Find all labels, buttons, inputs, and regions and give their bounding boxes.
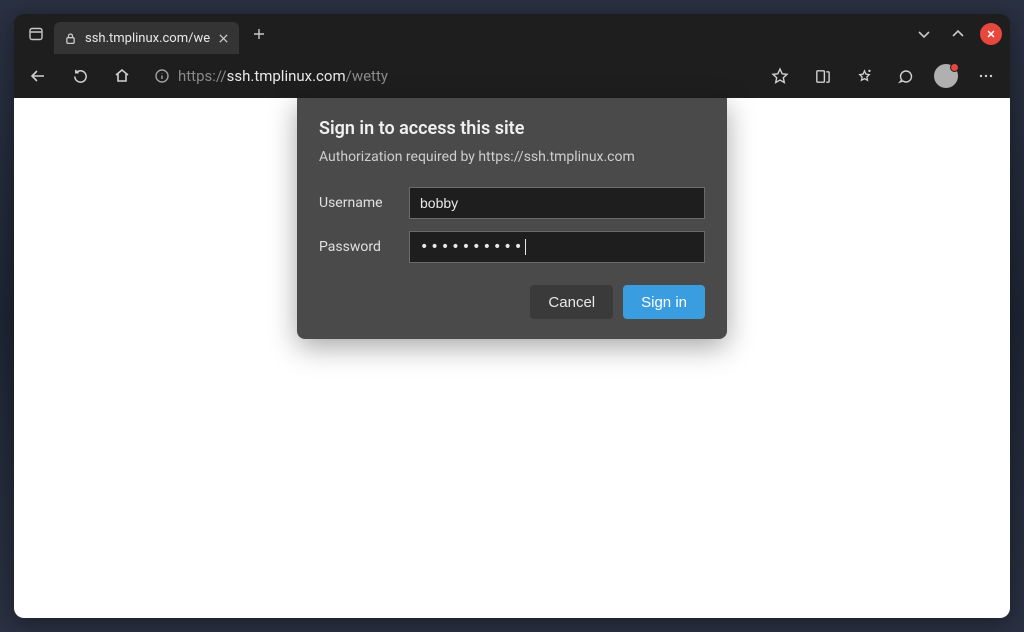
page-content: Sign in to access this site Authorizatio…: [14, 98, 1010, 618]
address-bar[interactable]: https://ssh.tmplinux.com/wetty: [150, 60, 752, 92]
minimize-icon[interactable]: [912, 22, 936, 46]
browser-tab[interactable]: ssh.tmplinux.com/we: [54, 22, 239, 54]
cancel-button[interactable]: Cancel: [530, 285, 613, 319]
password-label: Password: [319, 239, 409, 255]
username-label: Username: [319, 195, 409, 211]
close-icon[interactable]: [218, 33, 229, 44]
refresh-button[interactable]: [66, 62, 94, 90]
browser-window: ssh.tmplinux.com/we: [14, 14, 1010, 618]
toolbar: https://ssh.tmplinux.com/wetty: [14, 54, 1010, 98]
collections-icon[interactable]: [808, 62, 836, 90]
url-path: /wetty: [346, 67, 388, 85]
back-button[interactable]: [24, 62, 52, 90]
window-controls: [912, 22, 1002, 46]
dialog-subtitle: Authorization required by https://ssh.tm…: [319, 149, 705, 165]
tab-title: ssh.tmplinux.com/we: [85, 31, 210, 46]
profile-avatar[interactable]: [934, 64, 958, 88]
signin-button[interactable]: Sign in: [623, 285, 705, 319]
url-protocol: https://: [178, 67, 227, 85]
menu-icon[interactable]: [972, 62, 1000, 90]
dialog-title: Sign in to access this site: [319, 118, 705, 139]
site-info-icon[interactable]: [154, 68, 170, 84]
username-input[interactable]: [409, 187, 705, 219]
favorites-bar-icon[interactable]: [850, 62, 878, 90]
close-window-button[interactable]: [980, 23, 1002, 45]
favorite-icon[interactable]: [766, 62, 794, 90]
url-host: ssh.tmplinux.com: [227, 67, 346, 85]
auth-dialog: Sign in to access this site Authorizatio…: [297, 98, 727, 339]
maximize-icon[interactable]: [946, 22, 970, 46]
toolbar-right: [766, 62, 1000, 90]
home-button[interactable]: [108, 62, 136, 90]
new-tab-button[interactable]: [245, 20, 273, 48]
password-input[interactable]: ••••••••••: [409, 231, 705, 263]
extensions-icon[interactable]: [892, 62, 920, 90]
tab-actions-icon[interactable]: [22, 20, 50, 48]
url-display: https://ssh.tmplinux.com/wetty: [178, 67, 388, 85]
lock-icon: [64, 32, 77, 45]
password-masked-value: ••••••••••: [420, 239, 524, 255]
text-cursor: [525, 239, 526, 255]
tab-strip: ssh.tmplinux.com/we: [14, 14, 1010, 54]
